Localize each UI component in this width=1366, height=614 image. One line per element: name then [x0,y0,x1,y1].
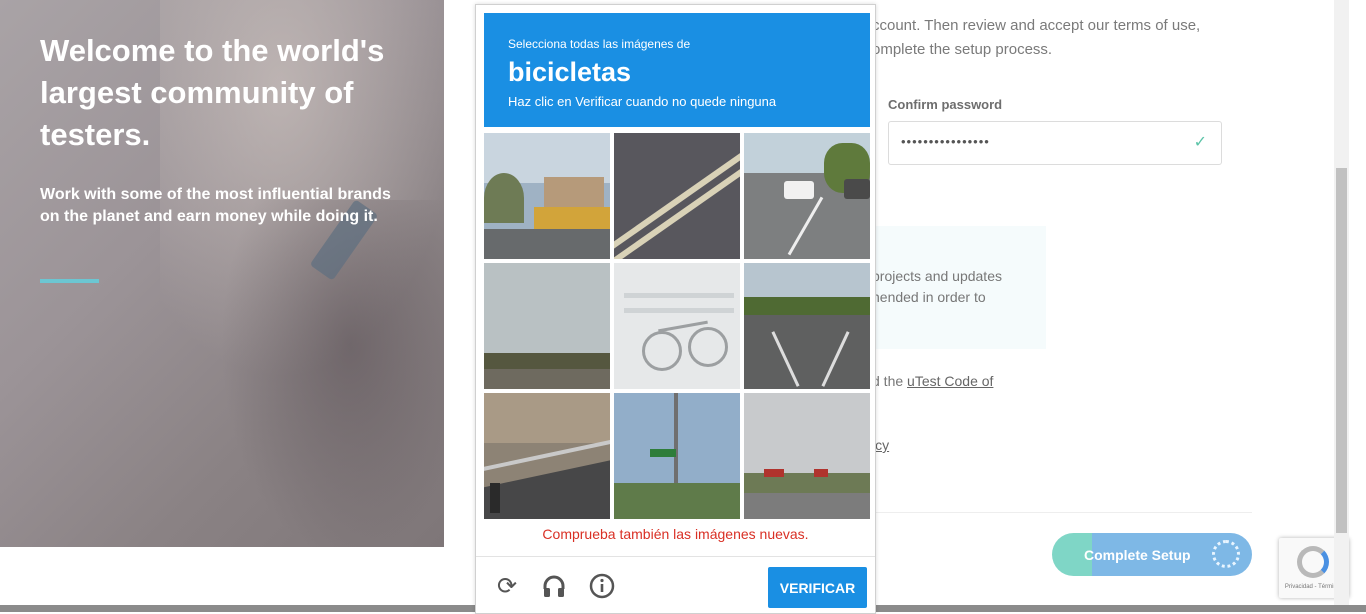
confirm-password-field[interactable]: •••••••••••••••• ✓ [888,121,1222,165]
captcha-tile-2[interactable] [614,133,740,259]
captcha-tile-8[interactable] [614,393,740,519]
captcha-tile-5[interactable] [614,263,740,389]
captcha-tile-3[interactable] [744,133,870,259]
code-prefix: d the [872,373,908,389]
captcha-target: bicicletas [508,57,632,87]
captcha-tile-9[interactable] [744,393,870,519]
captcha-instruction: Selecciona todas las imágenes de [508,37,691,51]
captcha-error-text: Comprueba también las imágenes nuevas. [542,526,809,542]
hero-title: Welcome to the world's largest community… [40,33,385,152]
info-box: projects and updates nended in order to [872,226,1046,349]
info-icon[interactable] [588,573,616,601]
info-text: projects and updates nended in order to [872,268,1002,305]
captcha-tile-7[interactable] [484,393,610,519]
recaptcha-logo-icon [1297,546,1329,578]
hero-panel: Welcome to the world's largest community… [0,0,444,547]
check-icon: ✓ [1193,134,1207,151]
captcha-tile-6[interactable] [744,263,870,389]
password-value: •••••••••••••••• [901,134,990,149]
captcha-footer-divider [476,556,875,557]
spinner-icon [1212,540,1240,568]
headphones-icon[interactable] [540,573,568,601]
confirm-password-label: Confirm password [888,97,1003,112]
complete-setup-button[interactable]: Complete Setup [1052,533,1252,576]
captcha-hint: Haz clic en Verificar cuando no quede ni… [508,94,777,109]
verify-button[interactable]: VERIFICAR [768,567,867,608]
intro-text: ccount. Then review and accept our terms… [872,17,1201,58]
captcha-tile-1[interactable] [484,133,610,259]
captcha-header: Selecciona todas las imágenes de bicicle… [484,13,870,127]
captcha-challenge: Selecciona todas las imágenes de bicicle… [475,4,876,614]
code-of-conduct-link[interactable]: uTest Code of [907,373,993,389]
code-of-conduct-text: d the uTest Code of [872,373,993,389]
reload-icon[interactable]: ⟳ [493,573,521,601]
hero-subtitle: Work with some of the most influential b… [40,186,391,225]
scrollbar-thumb[interactable] [1336,168,1347,533]
hero-accent-line [40,279,99,283]
captcha-tile-4[interactable] [484,263,610,389]
complete-setup-label: Complete Setup [1084,547,1191,563]
divider [872,512,1252,513]
